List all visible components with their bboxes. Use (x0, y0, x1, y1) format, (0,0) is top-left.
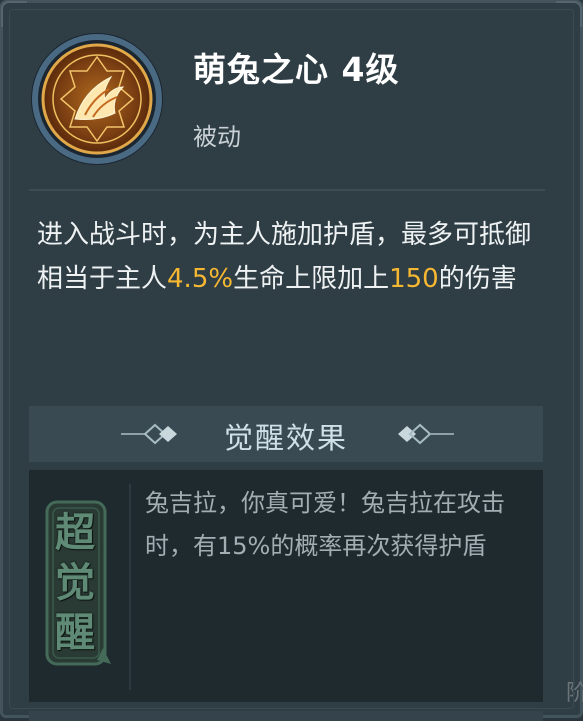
awaken-section-body: 超觉醒 兔吉拉，你真可爱！兔吉拉在攻击时，有15%的概率再次获得护盾 (29, 470, 543, 702)
skill-title: 萌兔之心 4级 (193, 50, 400, 89)
edge-text: 阶 (566, 681, 583, 706)
corner-ornament-top-right (556, 1, 582, 27)
paw-claw-emblem-icon (31, 33, 163, 165)
description-value-percent: 4.5% (167, 264, 234, 294)
awaken-description: 兔吉拉，你真可爱！兔吉拉在攻击时，有15%的概率再次获得护盾 (145, 489, 505, 560)
skill-description: 进入战斗时，为主人施加护盾，最多可抵御相当于主人4.5%生命上限加上150的伤害 (37, 213, 547, 301)
right-diamond-ornament-icon (398, 423, 454, 445)
description-text-2: 生命上限加上 (233, 264, 390, 294)
awaken-section-title: 觉醒效果 (223, 421, 348, 455)
description-text-3: 的伤害 (438, 264, 517, 294)
skill-detail-panel: 萌兔之心 4级 被动 进入战斗时，为主人施加护盾，最多可抵御相当于主人4.5%生… (0, 0, 583, 721)
divider (29, 189, 545, 191)
skill-type-label: 被动 (193, 123, 241, 151)
description-value-flat: 150 (389, 264, 439, 294)
corner-ornament-top-left (1, 1, 27, 27)
awaken-divider (129, 484, 131, 690)
super-awaken-badge-text: 超觉醒 (55, 510, 95, 656)
next-section-edge (29, 711, 543, 721)
awaken-section-header: 觉醒效果 (29, 406, 543, 462)
